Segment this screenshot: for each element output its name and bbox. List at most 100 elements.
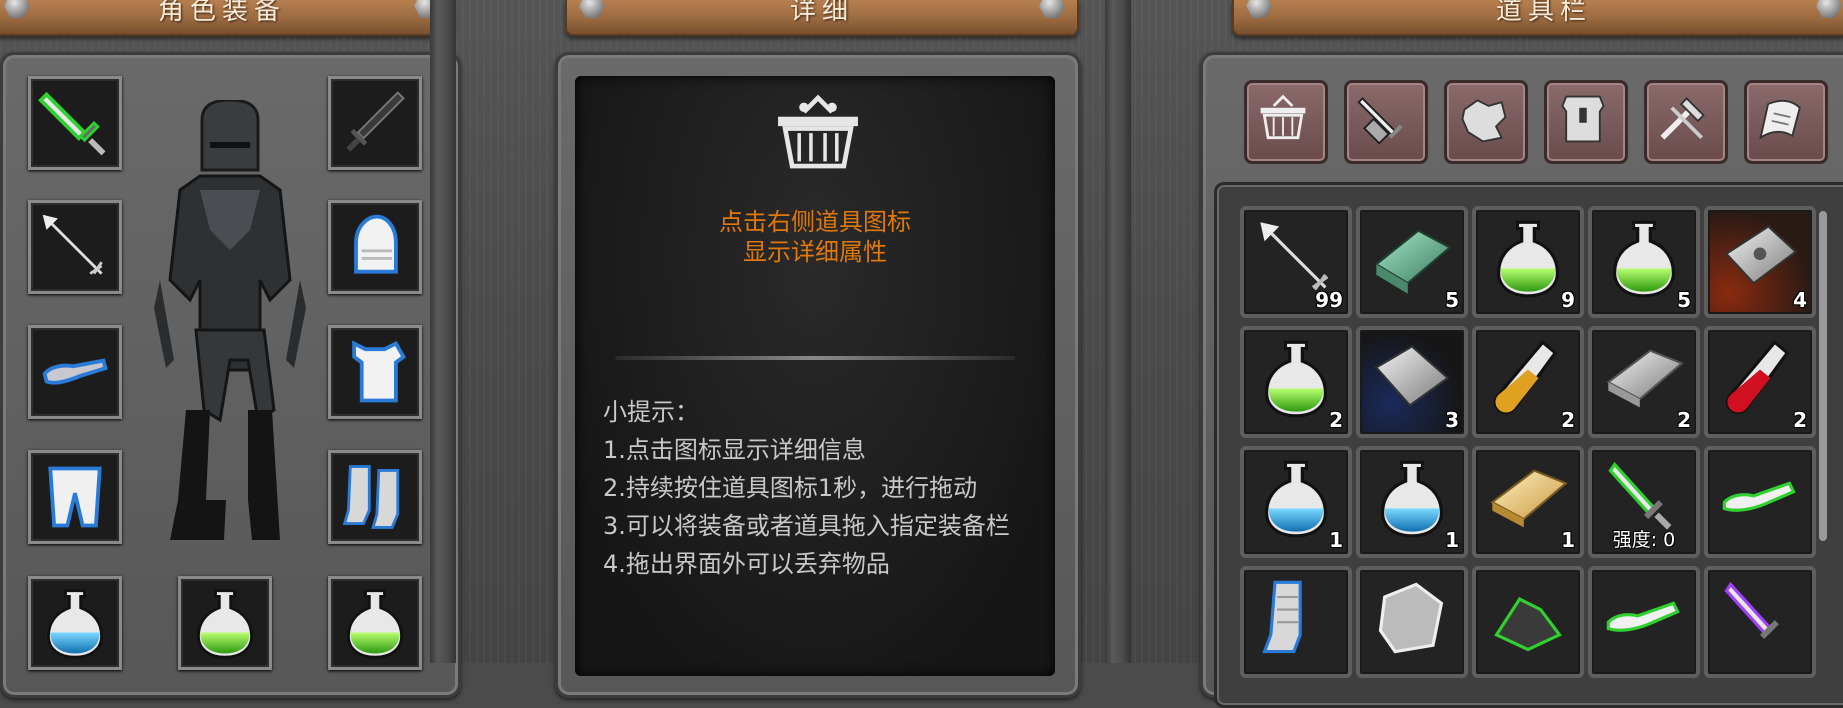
item-count: 9 (1561, 288, 1575, 312)
item-count: 99 (1315, 288, 1343, 312)
detail-prompt-line2: 显示详细属性 (743, 238, 887, 266)
inventory-slot[interactable] (1240, 566, 1352, 678)
green-potion-icon (196, 589, 254, 659)
inventory-title-plank: 道具栏 (1232, 0, 1843, 36)
scrollbar[interactable] (1819, 211, 1827, 541)
feet-slot[interactable] (328, 450, 422, 544)
tip-4: 4.拖出界面外可以丢弃物品 (603, 550, 890, 578)
green-potion-icon (346, 589, 404, 659)
inventory-slot[interactable]: 1 (1472, 446, 1584, 558)
inventory-slot[interactable]: 2 (1588, 326, 1700, 438)
separator-line (615, 356, 1015, 360)
potion-slot-3[interactable] (328, 576, 422, 670)
inventory-title: 道具栏 (1495, 0, 1592, 26)
item-count: 1 (1561, 528, 1575, 552)
potion-slot-2[interactable] (178, 576, 272, 670)
inventory-slot[interactable] (1356, 566, 1468, 678)
potion-slot-1[interactable] (28, 576, 122, 670)
item-count: 3 (1445, 408, 1459, 432)
inventory-slot[interactable]: 2 (1472, 326, 1584, 438)
gauntlet-icon (1606, 601, 1680, 632)
item-count: 1 (1329, 528, 1343, 552)
head-slot[interactable] (328, 200, 422, 294)
item-count: 5 (1445, 288, 1459, 312)
inventory-slot[interactable] (1704, 566, 1816, 678)
character-model (154, 100, 306, 540)
detail-title-plank: 详细 (565, 0, 1079, 36)
green-potion-icon (1265, 340, 1327, 418)
blue-potion-icon (1265, 460, 1327, 538)
inventory-slot[interactable] (1588, 566, 1700, 678)
gauntlet-icon (1722, 481, 1796, 512)
inventory-panel: 道具栏 99 5 9 5 4 2 3 2 2 2 1 1 1 强度: 0 (1160, 0, 1843, 708)
item-count: 2 (1793, 408, 1807, 432)
inventory-slot[interactable]: 4 (1704, 206, 1816, 318)
basket-icon (778, 94, 858, 169)
inventory-slot[interactable]: 5 (1588, 206, 1700, 318)
tips-title: 小提示： (603, 398, 699, 426)
pants-icon (48, 466, 102, 528)
dark-sword-icon (346, 91, 405, 152)
tip-3: 3.可以将装备或者道具拖入指定装备栏 (603, 512, 1010, 540)
tab-armor[interactable] (1544, 80, 1628, 164)
detail-panel: 详细 点击右侧道具图标 显示详细属性 小提示： 1.点击图标显示详细信息 2.持… (545, 0, 1105, 698)
equipment-panel: 角色装备 (0, 0, 461, 698)
detail-inner: 点击右侧道具图标 显示详细属性 小提示： 1.点击图标显示详细信息 2.持续按住… (575, 76, 1055, 676)
equipment-title-plank: 角色装备 (0, 0, 454, 36)
gloves-slot[interactable] (28, 325, 122, 419)
inventory-slot[interactable] (1704, 446, 1816, 558)
tab-weapons[interactable] (1344, 80, 1428, 164)
detail-title: 详细 (789, 0, 854, 26)
item-count: 2 (1561, 408, 1575, 432)
basket-icon (1260, 94, 1306, 140)
inventory-slot[interactable]: 99 (1240, 206, 1352, 318)
green-potion-icon (1613, 220, 1675, 298)
red-vial-icon (1725, 340, 1790, 414)
item-count: 1 (1445, 528, 1459, 552)
purple-sword-icon (1724, 581, 1779, 639)
inventory-slot[interactable]: 5 (1356, 206, 1468, 318)
item-strength: 强度: 0 (1612, 529, 1676, 551)
orange-vial-icon (1493, 340, 1558, 414)
tip-2: 2.持续按住道具图标1秒，进行拖动 (603, 474, 978, 502)
dark-ore-icon (1494, 597, 1562, 652)
ammo-slot[interactable] (28, 200, 122, 294)
inventory-slot[interactable]: 强度: 0 (1588, 446, 1700, 558)
steel-bar-icon (1374, 345, 1450, 407)
inventory-slot[interactable] (1472, 566, 1584, 678)
tab-scrolls[interactable] (1744, 80, 1828, 164)
tab-all[interactable] (1244, 80, 1328, 164)
weapon-slot[interactable] (28, 76, 122, 170)
equipment-title: 角色装备 (157, 0, 286, 26)
helmet-icon (354, 214, 398, 274)
inventory-slot[interactable]: 1 (1240, 446, 1352, 558)
tip-1: 1.点击图标显示详细信息 (603, 436, 866, 464)
panel-divider (1105, 0, 1131, 663)
chestplate-icon (352, 340, 406, 403)
scroll-icon (1759, 99, 1801, 140)
gold-bar-icon (1490, 469, 1568, 528)
chest-slot[interactable] (328, 325, 422, 419)
inventory-slot[interactable]: 2 (1240, 326, 1352, 438)
tab-materials[interactable] (1444, 80, 1528, 164)
boots-icon (342, 465, 400, 529)
silver-bar-icon (1606, 349, 1684, 408)
inventory-slot[interactable]: 1 (1356, 446, 1468, 558)
glove-icon (42, 358, 108, 385)
iron-plate-icon (1724, 225, 1798, 285)
stone-icon (1378, 582, 1444, 654)
arrow-icon (42, 214, 103, 275)
tab-crafting[interactable] (1644, 80, 1728, 164)
inventory-slot[interactable]: 9 (1472, 206, 1584, 318)
inventory-slot[interactable]: 3 (1356, 326, 1468, 438)
green-potion-icon (1497, 220, 1559, 298)
ore-icon (1461, 99, 1507, 143)
legs-slot[interactable] (28, 450, 122, 544)
item-count: 2 (1329, 408, 1343, 432)
inventory-slot[interactable]: 2 (1704, 326, 1816, 438)
item-count: 4 (1793, 288, 1807, 312)
item-count: 5 (1677, 288, 1691, 312)
sword-icon (38, 91, 106, 156)
weapon-icon (1357, 97, 1403, 145)
offhand-slot[interactable] (328, 76, 422, 170)
